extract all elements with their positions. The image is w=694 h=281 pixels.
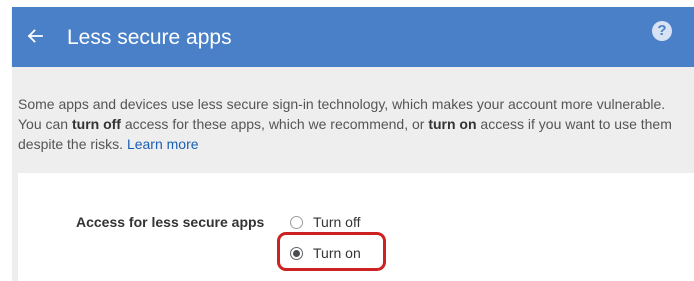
radio-option-turn-off[interactable]: Turn off [290,213,360,231]
radio-button-turn-off[interactable] [290,215,303,229]
page-title: Less secure apps [67,26,232,49]
back-arrow-icon[interactable] [22,23,48,49]
app-bar: Less secure apps [12,7,694,67]
learn-more-link[interactable]: Learn more [127,136,199,152]
setting-label: Access for less secure apps [76,214,265,230]
description-bold-turn-off: turn off [71,116,121,132]
description-bold-turn-on: turn on [428,116,477,132]
description-text: Some apps and devices use less secure si… [18,94,690,154]
radio-label-turn-on: Turn on [313,245,361,261]
less-secure-apps-page: Less secure apps ? Some apps and devices… [0,0,694,281]
help-icon[interactable]: ? [652,21,672,41]
radio-button-turn-on[interactable] [290,246,303,260]
radio-option-turn-on[interactable]: Turn on [290,244,361,262]
radio-label-turn-off: Turn off [313,214,361,230]
description-part-2: access for these apps, which we recommen… [120,116,429,132]
back-arrow-svg [27,29,43,43]
